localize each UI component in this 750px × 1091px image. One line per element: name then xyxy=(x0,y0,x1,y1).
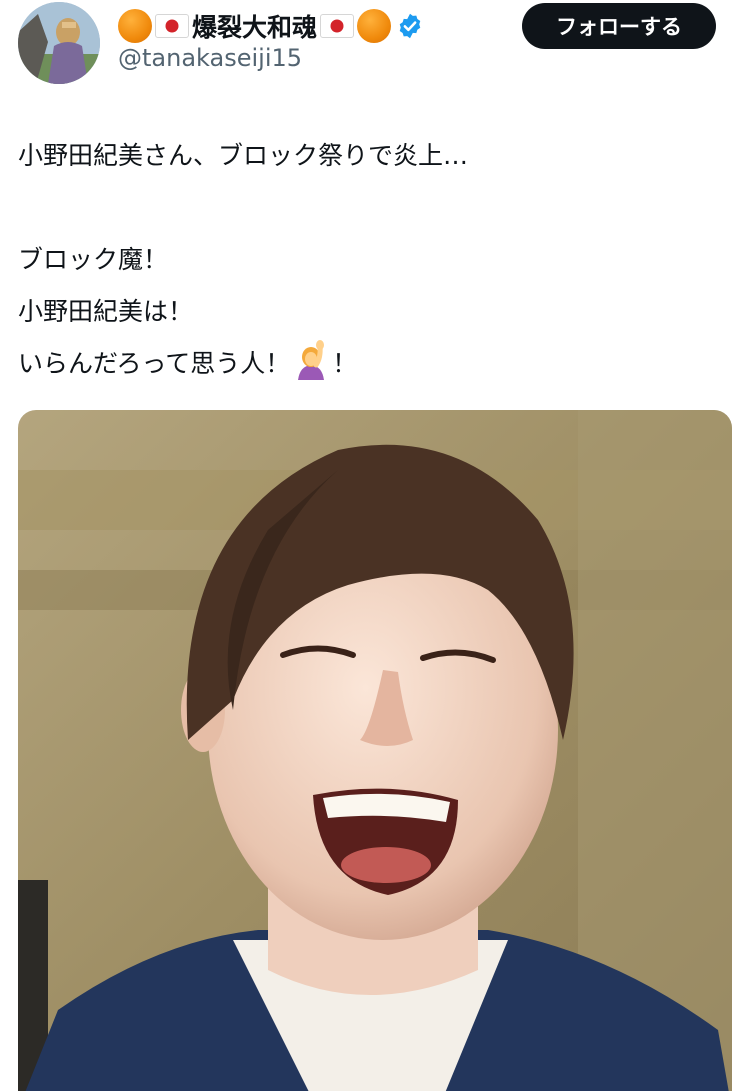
orange-circle-icon xyxy=(118,9,152,43)
author-handle[interactable]: @tanakaseiji15 xyxy=(118,44,302,72)
author-name-row[interactable]: 爆裂大和魂 xyxy=(118,8,424,44)
tweet-line: 小野田紀美さん、ブロック祭りで炎上… xyxy=(18,141,469,170)
follow-button[interactable]: フォローする xyxy=(522,3,716,49)
tweet-line: ブロック魔！ xyxy=(18,245,169,274)
tweet-line-last: いらんだろって思う人！ ！ xyxy=(18,338,718,390)
author-display-name[interactable]: 爆裂大和魂 xyxy=(192,8,317,44)
japan-flag-icon xyxy=(320,14,355,38)
orange-circle-icon xyxy=(357,9,392,43)
verified-badge-icon xyxy=(399,13,421,39)
tweet-media-photo[interactable] xyxy=(18,410,732,1091)
tweet-line: 小野田紀美は！ xyxy=(18,297,194,326)
japan-flag-icon xyxy=(155,14,189,38)
tweet-text: 小野田紀美さん、ブロック祭りで炎上… ブロック魔！ 小野田紀美は！ いらんだろっ… xyxy=(18,130,718,390)
profile-avatar[interactable] xyxy=(18,2,100,84)
avatar-image xyxy=(18,2,100,84)
tweet-line-text: いらんだろって思う人！ xyxy=(18,349,291,378)
laughing-person-photo xyxy=(18,410,732,1091)
person-raising-hand-icon xyxy=(294,340,328,380)
tweet-line-suffix: ！ xyxy=(332,349,358,378)
